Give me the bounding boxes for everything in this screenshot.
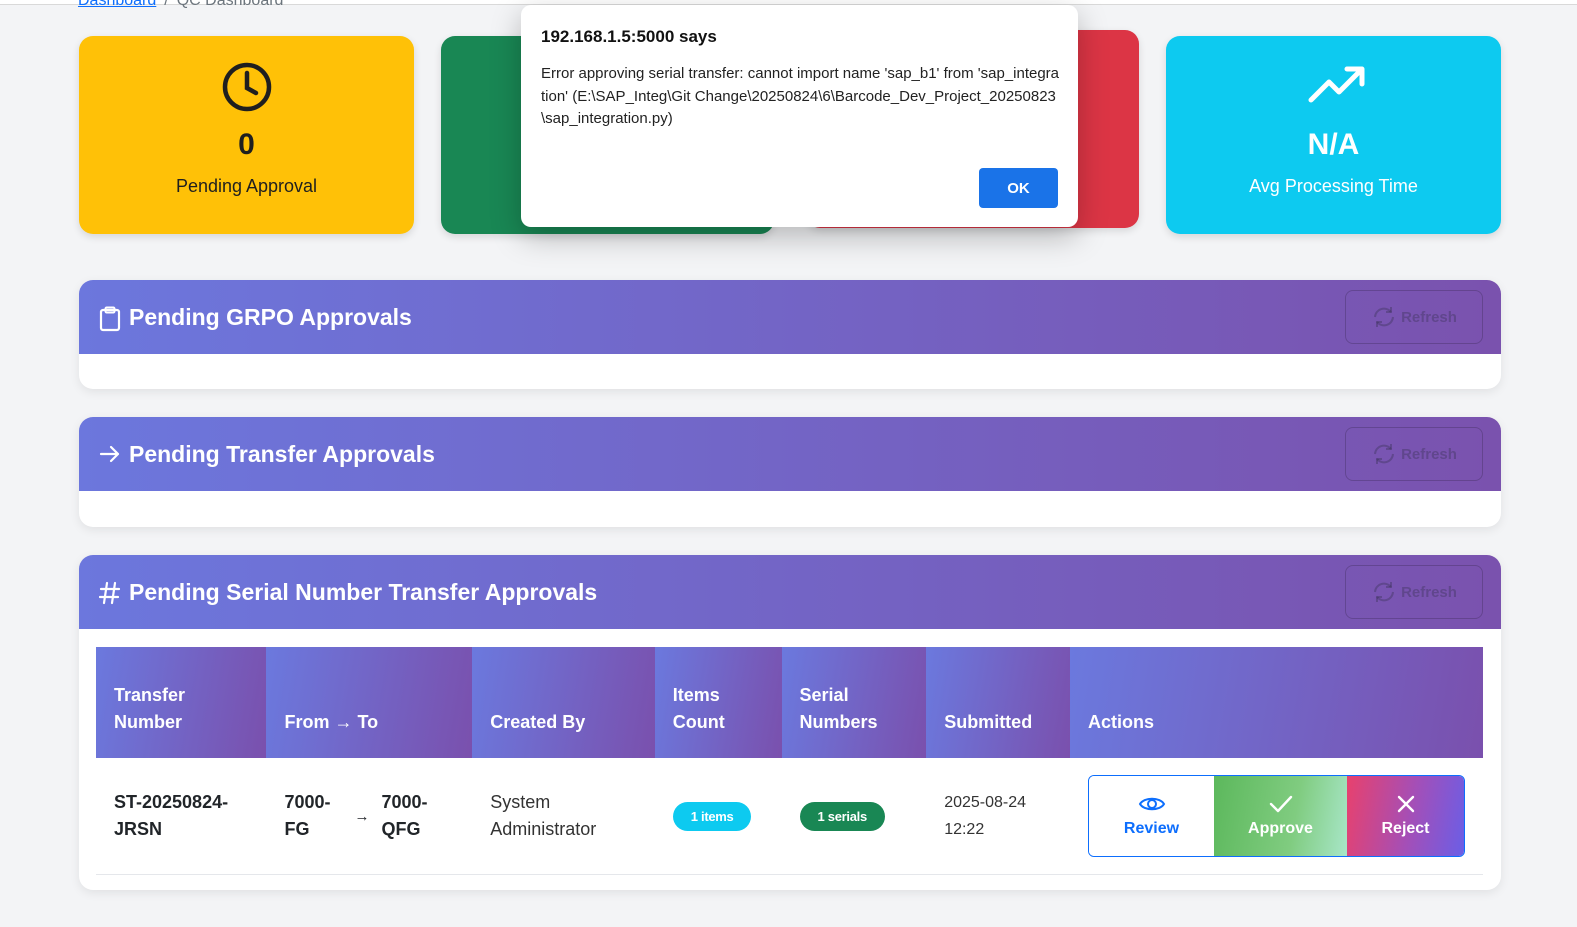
items-count-cell: 1 items [654,758,782,875]
clipboard-icon [99,306,121,332]
submitted-date: 2025-08-24 12:22 [926,758,1070,875]
breadcrumb-dashboard-link[interactable]: Dashboard [78,0,156,9]
actions-cell: Review Approve Reject [1070,758,1483,875]
refresh-button[interactable]: Refresh [1345,427,1483,481]
arrow-right-icon [99,443,121,465]
reject-label: Reject [1381,820,1430,837]
stat-card-avg-time: N/A Avg Processing Time [1166,36,1501,234]
serial-count-badge: 1 serials [799,801,885,831]
stat-card-pending: 0 Pending Approval [79,36,414,234]
refresh-icon [1374,307,1395,327]
card-title: Pending Transfer Approvals [129,440,435,467]
clock-icon [220,60,274,114]
ok-button[interactable]: OK [979,168,1058,208]
stat-label: Avg Processing Time [1249,176,1418,196]
refresh-button[interactable]: Refresh [1345,565,1483,619]
breadcrumb-current: QC Dashboard [176,0,284,9]
trending-up-icon [1307,60,1364,114]
serial-transfers-table: Transfer Number From → To Created By Ite… [96,647,1483,875]
approve-button[interactable]: Approve [1214,776,1347,856]
card-header: Pending Transfer Approvals Refresh [79,417,1501,491]
column-header: From → To [266,647,473,758]
check-icon [1269,795,1292,813]
refresh-icon [1374,444,1395,464]
refresh-label: Refresh [1401,583,1457,601]
card-title: Pending GRPO Approvals [129,303,412,330]
stat-value: 0 [238,128,255,161]
card-header: Pending GRPO Approvals Refresh [79,280,1501,354]
approve-label: Approve [1248,820,1313,837]
column-header: Actions [1070,647,1483,758]
column-header: Submitted [926,647,1070,758]
column-header: Transfer Number [96,647,267,758]
from-to-cell: 7000-FG → 7000-QFG [266,758,473,875]
stat-label: Pending Approval [175,176,318,196]
table-header-row: Transfer Number From → To Created By Ite… [96,647,1483,758]
from-warehouse: 7000-FG [284,792,331,839]
review-button[interactable]: Review [1089,776,1214,856]
card-header: Pending Serial Number Transfer Approvals… [79,555,1501,629]
browser-alert-dialog: 192.168.1.5:5000 says Error approving se… [521,5,1078,227]
breadcrumb-separator: / [164,0,169,9]
table-row: ST-20250824-JRSN 7000-FG → 7000-QFG Syst… [96,758,1483,875]
dialog-title: 192.168.1.5:5000 says [541,27,717,46]
review-label: Review [1123,820,1180,837]
column-header: Created By [472,647,655,758]
refresh-icon [1374,582,1395,602]
arrow-right-icon: → [354,807,370,825]
close-icon [1397,795,1414,813]
to-warehouse: 7000-QFG [381,792,428,839]
hash-icon [99,581,121,605]
breadcrumb: Dashboard / QC Dashboard [78,0,283,10]
refresh-label: Refresh [1401,308,1457,326]
card-title: Pending Serial Number Transfer Approvals [129,578,598,605]
eye-icon [1138,797,1165,811]
action-button-group: Review Approve Reject [1088,775,1465,857]
column-header: Items Count [654,647,782,758]
transfer-approvals-card: Pending Transfer Approvals Refresh [79,417,1501,527]
reject-button[interactable]: Reject [1347,776,1464,856]
transfer-number: ST-20250824-JRSN [96,758,267,875]
serial-numbers-cell: 1 serials [781,758,927,875]
created-by: System Administrator [472,758,655,875]
grpo-approvals-card: Pending GRPO Approvals Refresh [79,280,1501,389]
items-count-badge: 1 items [672,801,752,831]
serial-transfer-approvals-card: Pending Serial Number Transfer Approvals… [79,555,1501,890]
stat-value: N/A [1307,128,1360,161]
column-header: Serial Numbers [781,647,927,758]
refresh-label: Refresh [1401,445,1457,463]
refresh-button[interactable]: Refresh [1345,290,1483,344]
dialog-message: Error approving serial transfer: cannot … [541,65,1060,127]
